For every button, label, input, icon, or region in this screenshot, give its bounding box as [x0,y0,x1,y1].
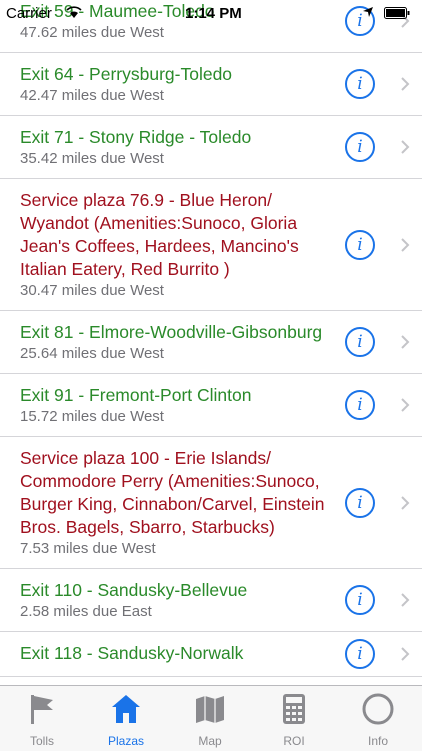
tab-label: Plazas [107,734,145,748]
status-time: 1:14 PM [185,5,242,22]
tab-plazas[interactable]: Plazas [84,686,168,751]
distance-label: 15.72 miles due West [20,408,164,425]
distance-label: 25.64 miles due West [20,345,164,362]
status-bar: Carrier 1:14 PM [0,0,422,26]
distance-label: 30.47 miles due West [20,282,164,299]
carrier-label: Carrier [6,5,52,22]
exit-title: Exit 91 - Fremont-Port Clinton [20,385,252,405]
info-icon[interactable]: i [345,487,375,518]
info-icon[interactable]: i [345,639,375,669]
plaza-list[interactable]: Exit 59 - Maumee-Toledo 47.62 miles due W… [0,0,422,677]
chevron-right-icon [401,335,410,349]
service-plaza-title: Service plaza 76.9 - Blue Heron/ Wyandot… [20,190,299,279]
distance-label: 2.58 miles due East [20,603,152,620]
map-icon [196,696,224,723]
tab-info[interactable]: Info [336,686,420,751]
flag-icon [31,695,53,724]
info-icon[interactable]: i [345,327,375,357]
tab-label: Info [367,734,388,748]
battery-icon [384,7,410,19]
wifi-icon [66,6,82,18]
list-item[interactable]: Exit 118 - Sandusky-Norwalk i [0,632,422,677]
distance-label: 42.47 miles due West [20,87,164,104]
list-item[interactable]: Exit 81 - Elmore-Woodville-Gibsonburg 25.… [0,311,422,374]
chevron-right-icon [401,77,410,91]
location-arrow-icon [363,7,373,17]
chevron-right-icon [401,140,410,154]
tab-map[interactable]: Map [168,686,252,751]
exit-title: Exit 64 - Perrysburg-Toledo [20,64,233,84]
chevron-right-icon [401,495,410,510]
exit-title: Exit 71 - Stony Ridge - Toledo [20,127,252,147]
exit-title: Exit 81 - Elmore-Woodville-Gibsonburg [20,322,323,342]
list-item[interactable]: Exit 110 - Sandusky-Bellevue 2.58 miles d… [0,569,422,632]
list-item[interactable]: Service plaza 100 - Erie Islands/ Commod… [0,437,422,569]
info-icon[interactable]: i [345,585,375,615]
circle-icon [362,693,394,725]
chevron-right-icon [401,647,410,661]
distance-label: 7.53 miles due West [20,540,156,557]
chevron-right-icon [401,593,410,607]
chevron-right-icon [401,237,410,252]
tab-bar: Tolls Plazas Map ROI Info [0,685,422,751]
house-icon [112,695,140,723]
info-icon[interactable]: i [345,390,375,420]
info-icon[interactable]: i [345,229,375,260]
tab-label: Map [198,734,222,748]
service-plaza-title: Service plaza 100 - Erie Islands/ Commod… [20,448,325,537]
list-item[interactable]: Exit 71 - Stony Ridge - Toledo 35.42 mile… [0,116,422,179]
list-item[interactable]: Service plaza 76.9 - Blue Heron/ Wyandot… [0,179,422,311]
exit-title: Exit 110 - Sandusky-Bellevue [20,580,248,600]
list-item[interactable]: Exit 64 - Perrysburg-Toledo 42.47 miles d… [0,53,422,116]
tab-roi[interactable]: ROI [252,686,336,751]
distance-label: 35.42 miles due West [20,150,164,167]
tab-label: ROI [283,734,305,748]
tab-tolls[interactable]: Tolls [0,686,84,751]
info-icon[interactable]: i [345,69,375,99]
list-item[interactable]: Exit 91 - Fremont-Port Clinton 15.72 mile… [0,374,422,437]
distance-label: 47.62 miles due West [20,24,164,41]
calculator-icon [283,694,305,724]
info-icon[interactable]: i [345,132,375,162]
tab-label: Tolls [29,734,54,748]
exit-title: Exit 118 - Sandusky-Norwalk [20,643,244,663]
chevron-right-icon [401,398,410,412]
